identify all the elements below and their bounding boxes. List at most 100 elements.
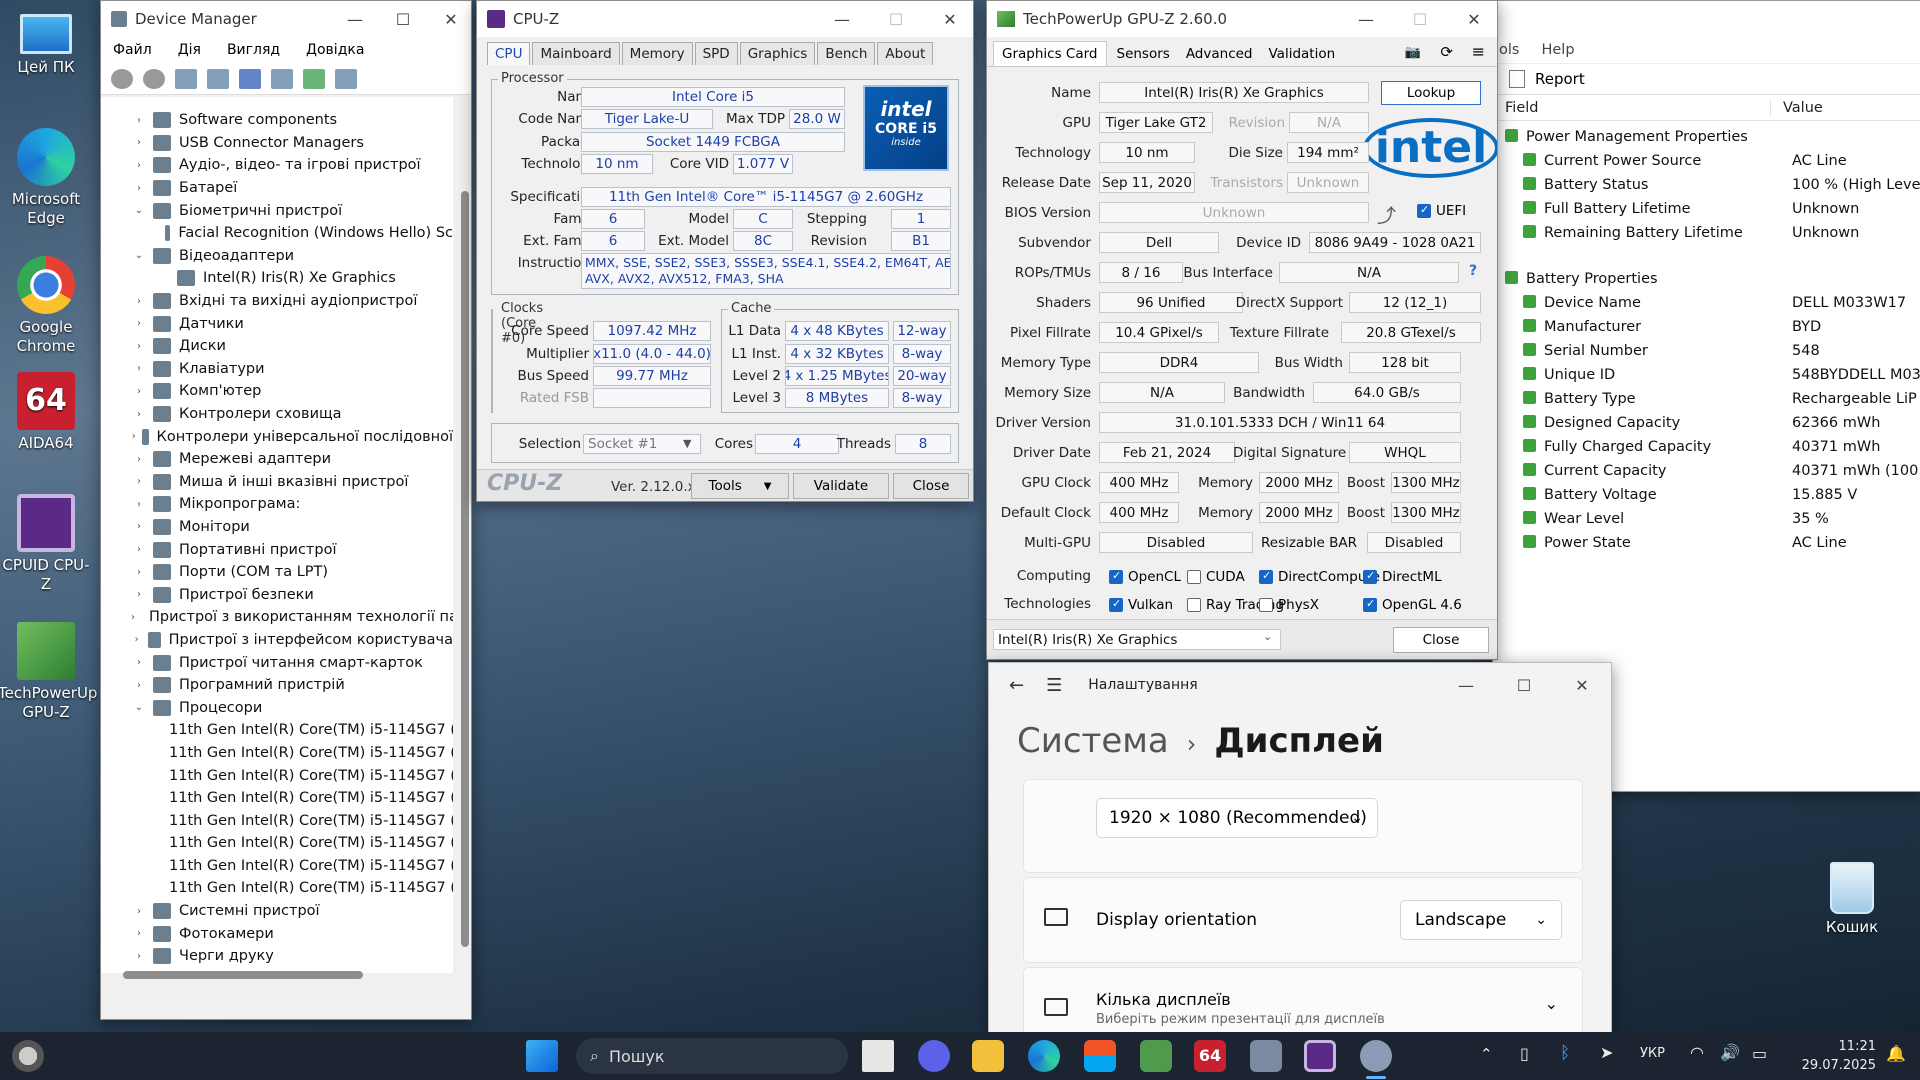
technologies-checkbox[interactable]: OpenGL 4.6 <box>1363 597 1462 613</box>
computing-checkbox[interactable]: CUDA <box>1187 569 1245 585</box>
tree-item[interactable]: › Вхідні та вихідні аудіопристрої <box>101 290 453 313</box>
minimize-button[interactable]: — <box>1437 667 1495 703</box>
close-button[interactable]: ✕ <box>1553 667 1611 703</box>
lookup-button[interactable]: Lookup <box>1381 81 1481 105</box>
tree-item[interactable]: 11th Gen Intel(R) Core(TM) i5-1145G7 ( <box>101 809 453 832</box>
minimize-button[interactable]: — <box>335 1 375 37</box>
bluetooth-icon[interactable]: ᛒ <box>1560 1043 1570 1063</box>
report-row[interactable]: Battery Voltage 15.885 V <box>1523 487 1857 503</box>
chevron-right-icon[interactable]: › <box>131 454 147 465</box>
chevron-right-icon[interactable]: › <box>131 657 147 668</box>
tree-item[interactable]: › Комп'ютер <box>101 380 453 403</box>
desktop-icon-edge[interactable]: Microsoft Edge <box>0 128 94 228</box>
report-row[interactable]: Current Power Source AC Line <box>1523 153 1847 169</box>
chevron-right-icon[interactable]: › <box>131 115 147 126</box>
horizontal-scrollbar[interactable] <box>123 971 363 979</box>
maximize-button[interactable]: ☐ <box>383 1 423 37</box>
report-row[interactable]: Battery Status 100 % (High Level) <box>1523 177 1920 193</box>
maximize-button[interactable]: ☐ <box>1495 667 1553 703</box>
chevron-right-icon[interactable]: › <box>131 521 147 532</box>
desktop-icon-gpuz[interactable]: TechPowerUp GPU-Z <box>0 622 97 722</box>
volume-icon[interactable]: 🔊 <box>1720 1043 1740 1062</box>
tree-item[interactable]: › Порти (COM та LPT) <box>101 561 453 584</box>
desktop-icon-this-pc[interactable]: Цей ПК <box>0 8 94 77</box>
computing-checkbox[interactable]: OpenCL <box>1109 569 1181 585</box>
notification-bell-icon[interactable]: 🔔 <box>1886 1044 1906 1063</box>
column-value[interactable]: Value <box>1771 100 1823 116</box>
report-row[interactable]: Wear Level 35 % <box>1523 511 1829 527</box>
technologies-checkbox[interactable]: PhysX <box>1259 597 1319 613</box>
tree-item[interactable]: › Миша й інші вказівні пристрої <box>101 471 453 494</box>
chevron-right-icon[interactable]: › <box>131 589 147 600</box>
report-row[interactable]: Power State AC Line <box>1523 535 1847 551</box>
report-row[interactable]: Full Battery Lifetime Unknown <box>1523 201 1859 217</box>
chevron-right-icon[interactable]: › <box>131 318 147 329</box>
tree-item[interactable]: › Мікропрограма: <box>101 493 453 516</box>
technologies-checkbox[interactable]: Vulkan <box>1109 597 1173 613</box>
report-row[interactable]: Fully Charged Capacity 40371 mWh <box>1523 439 1880 455</box>
tree-item[interactable]: ⌄ Відеоадаптери <box>101 245 453 268</box>
column-field[interactable]: Field <box>1493 99 1771 116</box>
report-row[interactable]: Device Name DELL M033W17 <box>1523 295 1906 311</box>
multiple-displays-card[interactable]: Кілька дисплеїв Виберіть режим презентац… <box>1023 967 1583 1033</box>
menu-help[interactable]: Help <box>1541 42 1574 58</box>
computing-checkbox[interactable]: DirectCompute <box>1259 569 1380 585</box>
wifi-icon[interactable]: ◠ <box>1690 1043 1704 1062</box>
chevron-right-icon[interactable]: › <box>131 341 147 352</box>
tree-item[interactable]: 11th Gen Intel(R) Core(TM) i5-1145G7 ( <box>101 855 453 878</box>
tree-item[interactable]: › Контролери сховища <box>101 403 453 426</box>
menu-tools[interactable]: ols <box>1499 42 1519 58</box>
tree-item[interactable]: 11th Gen Intel(R) Core(TM) i5-1145G7 ( <box>101 742 453 765</box>
battery-icon[interactable]: ▭ <box>1752 1044 1767 1063</box>
tree-item[interactable]: › Software components <box>101 109 453 132</box>
chevron-right-icon[interactable]: › <box>131 160 147 171</box>
menu-help[interactable]: Довідка <box>306 42 364 58</box>
back-icon[interactable] <box>111 68 133 89</box>
tools-button[interactable]: Tools ▼ <box>691 473 789 499</box>
chevron-right-icon[interactable]: › <box>131 183 147 194</box>
gpu-select[interactable]: Intel(R) Iris(R) Xe Graphics <box>993 629 1281 650</box>
edge-icon[interactable] <box>1028 1040 1060 1072</box>
tab-cpu[interactable]: CPU <box>487 42 531 65</box>
tab-validation[interactable]: Validation <box>1263 42 1342 66</box>
chevron-right-icon[interactable]: › <box>131 567 147 578</box>
tree-item[interactable]: › Системні пристрої <box>101 900 453 923</box>
chevron-right-icon[interactable]: › <box>131 544 147 555</box>
chevron-right-icon[interactable]: › <box>131 499 147 510</box>
minimize-button[interactable]: — <box>819 1 865 37</box>
location-icon[interactable]: ➤ <box>1600 1043 1613 1062</box>
device-manager-icon[interactable] <box>1140 1040 1172 1072</box>
tree-item[interactable]: ⌄ Процесори <box>101 696 453 719</box>
desktop-icon-aida64[interactable]: 64 AIDA64 <box>0 372 94 453</box>
back-icon[interactable]: ← <box>1009 675 1024 696</box>
usb-icon[interactable]: ▯ <box>1520 1044 1529 1063</box>
tree-item[interactable]: › Датчики <box>101 312 453 335</box>
report-row[interactable]: Manufacturer BYD <box>1523 319 1821 335</box>
chevron-right-icon[interactable]: › <box>131 386 147 397</box>
view-icon[interactable] <box>271 68 293 89</box>
tab-graphics-card[interactable]: Graphics Card <box>993 41 1107 66</box>
close-button[interactable]: ✕ <box>431 1 471 37</box>
tree-item[interactable]: › Фотокамери <box>101 922 453 945</box>
report-row[interactable]: Designed Capacity 62366 mWh <box>1523 415 1880 431</box>
tree-item[interactable]: › Пристрої безпеки <box>101 583 453 606</box>
menu-view[interactable]: Вигляд <box>227 42 280 58</box>
tree-item[interactable]: 11th Gen Intel(R) Core(TM) i5-1145G7 ( <box>101 719 453 742</box>
vertical-scrollbar[interactable] <box>461 191 469 947</box>
menu-icon[interactable]: ≡ <box>1472 42 1485 61</box>
chevron-up-icon[interactable]: ⌃ <box>1480 1045 1493 1063</box>
chevron-right-icon[interactable]: › <box>131 906 147 917</box>
hamburger-icon[interactable]: ☰ <box>1046 675 1062 696</box>
tree-item[interactable]: › Мережеві адаптери <box>101 448 453 471</box>
tab-graphics[interactable]: Graphics <box>739 42 816 65</box>
chevron-right-icon[interactable]: › <box>131 363 147 374</box>
minimize-button[interactable]: — <box>1343 1 1389 37</box>
chevron-right-icon[interactable]: › <box>131 409 147 420</box>
task-view-icon[interactable] <box>862 1040 894 1072</box>
tab-spd[interactable]: SPD <box>694 42 738 65</box>
tab-memory[interactable]: Memory <box>621 42 693 65</box>
file-explorer-icon[interactable] <box>972 1040 1004 1072</box>
widgets-icon[interactable] <box>12 1040 44 1072</box>
report-row[interactable]: Battery Type Rechargeable LiP <box>1523 391 1917 407</box>
chevron-right-icon[interactable]: › <box>131 634 142 645</box>
